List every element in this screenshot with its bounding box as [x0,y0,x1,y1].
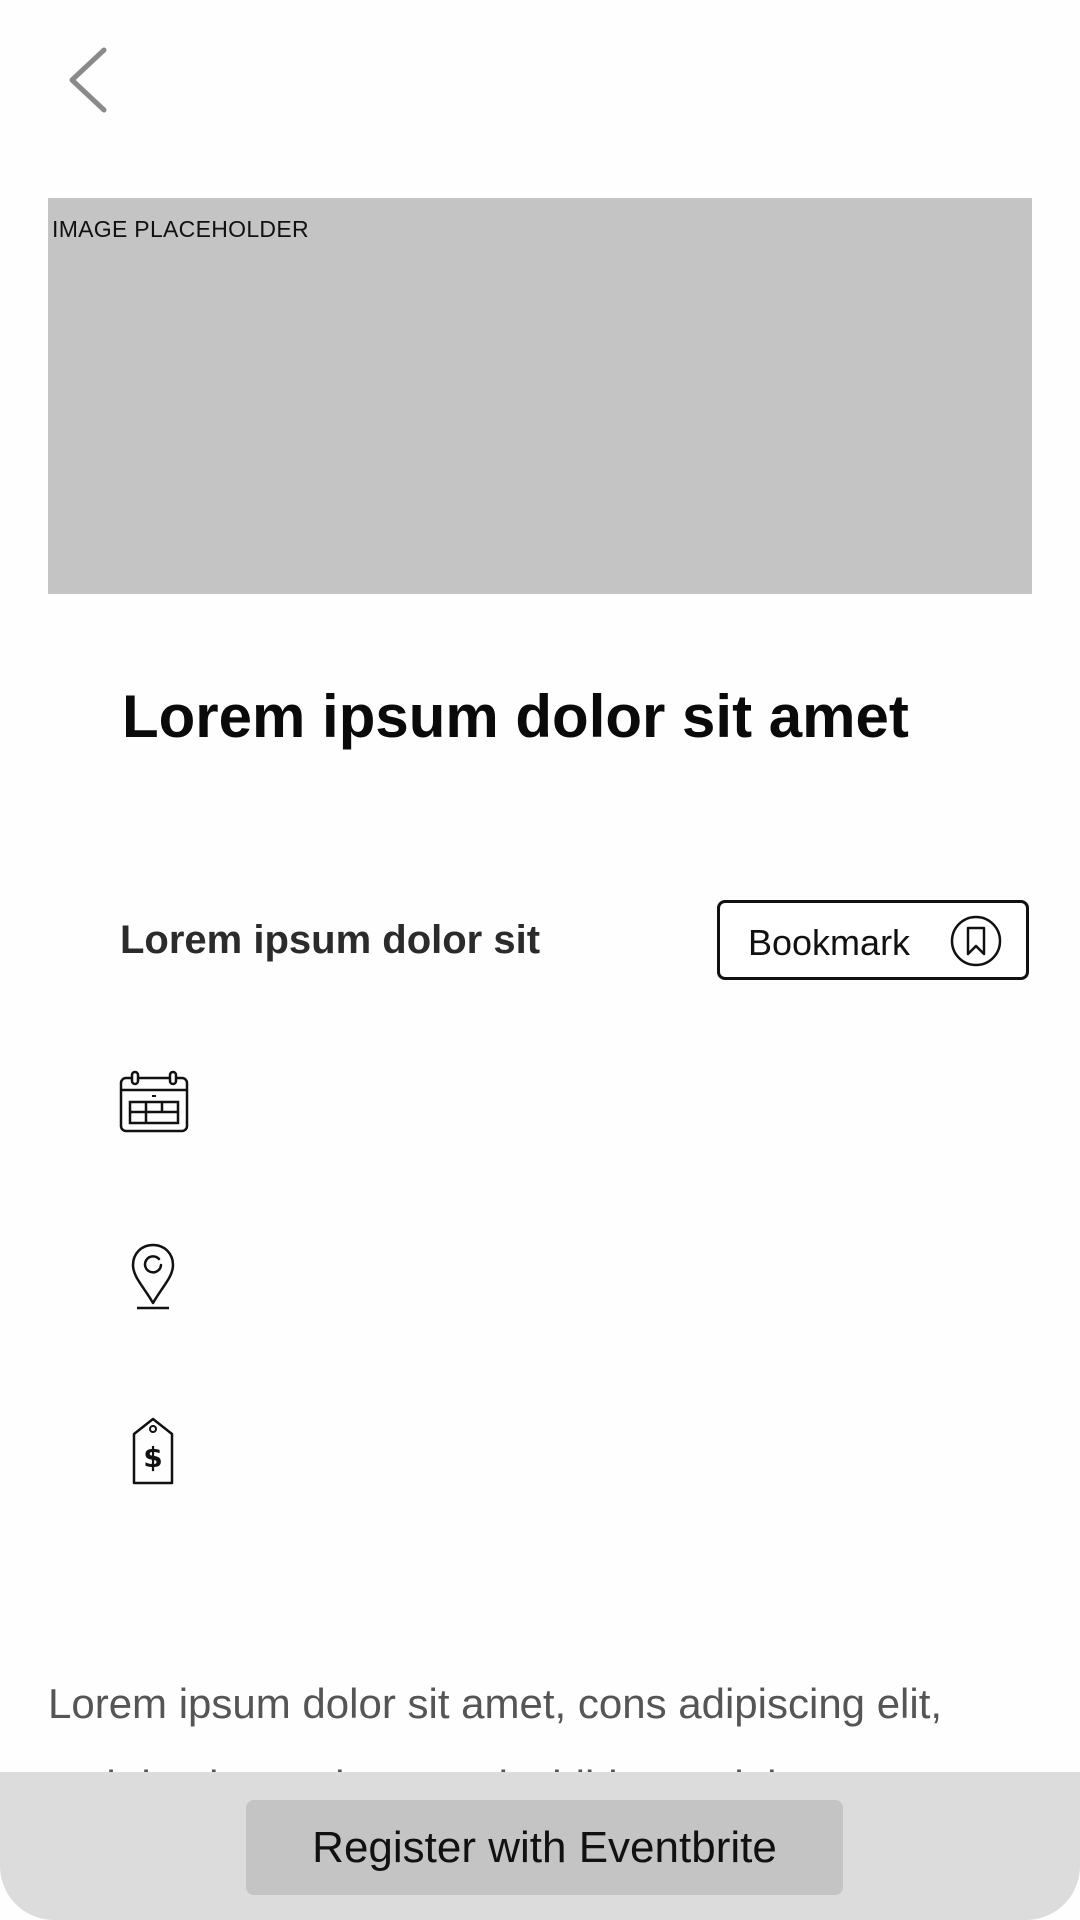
calendar-icon [119,1070,189,1133]
register-eventbrite-button[interactable]: Register with Eventbrite [246,1800,843,1895]
event-subtitle: Lorem ipsum dolor sit [120,918,541,962]
location-pin-icon [131,1243,175,1310]
image-placeholder-label: IMAGE PLACEHOLDER [52,216,309,242]
back-button[interactable] [54,40,124,120]
event-detail-screen: IMAGE PLACEHOLDER Lorem ipsum dolor sit … [0,0,1080,1920]
bookmark-button[interactable]: Bookmark [717,900,1029,980]
svg-text:$: $ [143,1441,162,1474]
description-line: Lorem ipsum dolor sit amet, cons adipisc… [48,1680,943,1727]
chevron-left-icon [69,47,107,113]
bottom-action-bar: Register with Eventbrite [0,1772,1080,1920]
bookmark-label: Bookmark [748,922,911,963]
event-title: Lorem ipsum dolor sit amet [122,683,909,750]
bookmark-icon [950,915,1002,967]
price-tag-icon: $ [132,1417,174,1485]
event-image-placeholder: IMAGE PLACEHOLDER [48,198,1032,594]
